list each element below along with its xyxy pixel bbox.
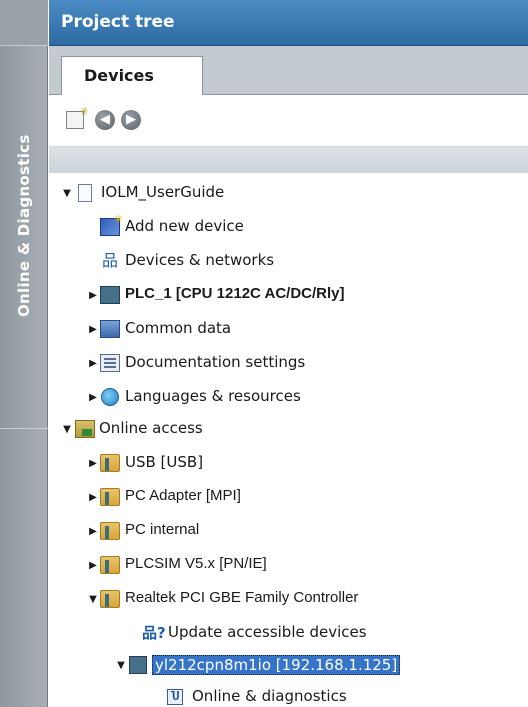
network-icon: 品: [101, 251, 118, 270]
tree-label: Online & diagnostics: [192, 687, 347, 705]
collapse-arrow-icon[interactable]: ▼: [115, 659, 127, 671]
forward-arrow-icon: ▶: [121, 110, 141, 130]
collapse-arrow-icon[interactable]: ▼: [61, 187, 73, 199]
tree-item-pc-internal[interactable]: ▶ PC internal: [49, 515, 528, 547]
update-devices-icon: 品?: [142, 624, 166, 642]
interface-icon: [100, 590, 120, 608]
interface-icon: [100, 556, 120, 574]
tree-item-online-access[interactable]: ▼ Online access: [49, 413, 528, 445]
tree-item-project[interactable]: ▼ IOLM_UserGuide: [49, 177, 528, 209]
expand-arrow-icon[interactable]: ▶: [87, 491, 99, 503]
tree-item-device-node[interactable]: ▼ yl212cpn8m1io [192.168.1.125]: [49, 649, 528, 681]
tree-label: Documentation settings: [125, 353, 306, 371]
interface-icon: [100, 522, 120, 540]
back-arrow-icon: ◀: [95, 110, 115, 130]
toolbar: ◀ ▶: [49, 95, 528, 147]
tab-bar: Devices: [49, 46, 528, 96]
plc-icon: [100, 286, 120, 304]
side-tab-online-diagnostics[interactable]: Online & Diagnostics: [6, 118, 42, 333]
tree-item-devices-networks[interactable]: 品 Devices & networks: [49, 245, 528, 277]
project-icon: [78, 184, 92, 202]
expand-arrow-icon[interactable]: ▶: [87, 357, 99, 369]
globe-icon: [101, 388, 119, 406]
tree-label: USB [USB]: [125, 453, 204, 471]
new-button[interactable]: [63, 105, 89, 132]
tree-label: PLC_1 [CPU 1212C AC/DC/Rly]: [125, 285, 345, 302]
tree-item-documentation-settings[interactable]: ▶ Documentation settings: [49, 347, 528, 379]
tab-devices[interactable]: Devices: [61, 56, 203, 96]
side-strip-divider: [0, 428, 48, 429]
collapse-arrow-icon[interactable]: ▼: [87, 593, 99, 605]
tree-item-plcsim[interactable]: ▶ PLCSIM V5.x [PN/IE]: [49, 549, 528, 581]
expand-arrow-icon[interactable]: ▶: [87, 525, 99, 537]
tree-label: Update accessible devices: [168, 623, 367, 641]
interface-icon: [100, 454, 120, 472]
tree-label: Realtek PCI GBE Family Controller: [125, 589, 359, 606]
forward-button[interactable]: ▶: [119, 108, 143, 132]
back-button[interactable]: ◀: [93, 108, 117, 132]
panel-title: Project tree: [49, 0, 528, 46]
side-tab-strip: Online & Diagnostics: [0, 0, 48, 707]
diagnostics-icon: Ⴎ: [167, 689, 183, 705]
tree-item-pc-adapter[interactable]: ▶ PC Adapter [MPI]: [49, 481, 528, 513]
new-document-icon: [66, 105, 89, 129]
documentation-icon: [100, 354, 120, 372]
tree-item-update-accessible-devices[interactable]: 品? Update accessible devices: [49, 617, 528, 649]
tree-item-languages-resources[interactable]: ▶ Languages & resources: [49, 381, 528, 413]
tree-label: Devices & networks: [125, 251, 275, 269]
device-icon: [129, 656, 147, 674]
tree-label: Add new device: [125, 217, 244, 235]
expand-arrow-icon[interactable]: ▶: [87, 559, 99, 571]
add-device-icon: [100, 213, 123, 236]
side-strip-top: [0, 0, 48, 46]
tree-item-plc[interactable]: ▶ PLC_1 [CPU 1212C AC/DC/Rly]: [49, 279, 528, 311]
expand-arrow-icon[interactable]: ▶: [87, 457, 99, 469]
expand-arrow-icon[interactable]: ▶: [87, 289, 99, 301]
tree-item-online-diagnostics[interactable]: Ⴎ Online & diagnostics: [49, 681, 528, 707]
tree-item-common-data[interactable]: ▶ Common data: [49, 313, 528, 345]
tree-label: PLCSIM V5.x [PN/IE]: [125, 555, 267, 572]
tree-label: PC internal: [125, 521, 200, 538]
tree-label: Languages & resources: [125, 387, 301, 405]
online-access-icon: [75, 420, 95, 438]
tree-item-add-new-device[interactable]: Add new device: [49, 211, 528, 243]
tree-label: Common data: [125, 319, 232, 337]
tree-label-selected: yl212cpn8m1io [192.168.1.125]: [152, 655, 401, 675]
expand-arrow-icon[interactable]: ▶: [87, 323, 99, 335]
collapse-arrow-icon[interactable]: ▼: [61, 423, 73, 435]
tree-label: Online access: [99, 419, 203, 437]
tree-item-realtek[interactable]: ▼ Realtek PCI GBE Family Controller: [49, 583, 528, 615]
tree-item-usb[interactable]: ▶ USB [USB]: [49, 447, 528, 479]
tree-label: IOLM_UserGuide: [101, 183, 225, 201]
expand-arrow-icon[interactable]: ▶: [87, 391, 99, 403]
tree-label: PC Adapter [MPI]: [125, 487, 241, 504]
common-data-icon: [100, 320, 120, 338]
tree-header-band: [49, 147, 528, 173]
interface-icon: [100, 488, 120, 506]
project-tree: ▼ IOLM_UserGuide Add new device 品 Device…: [49, 173, 528, 707]
